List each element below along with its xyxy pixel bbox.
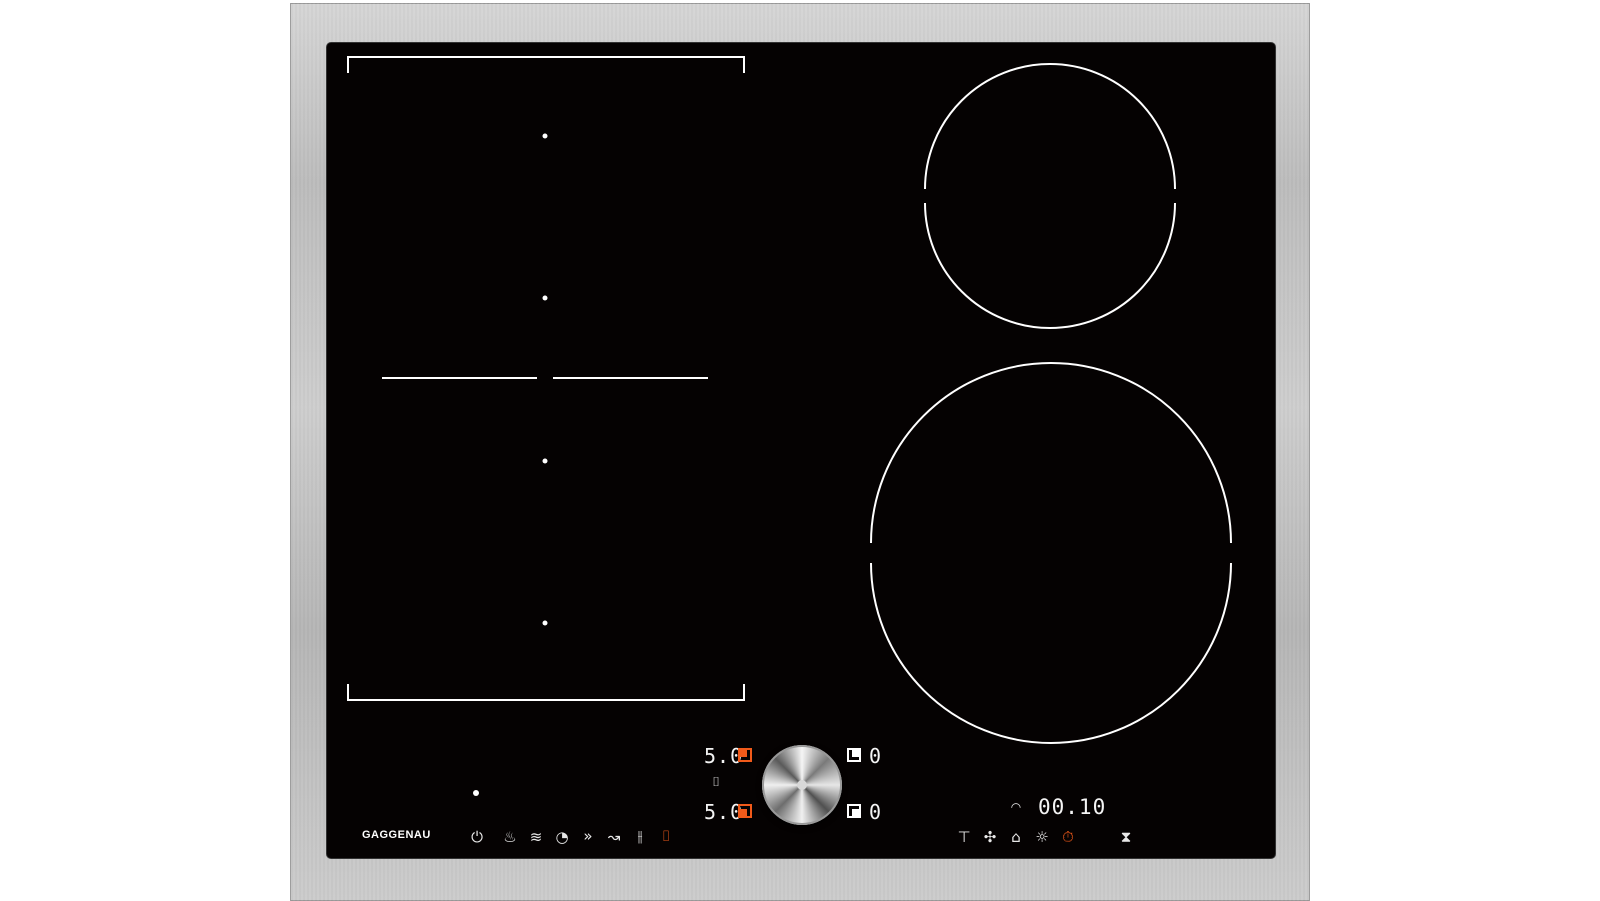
flex-zone-marker-2 [542,295,548,301]
rear-left-zone-selector[interactable] [738,748,752,762]
steam-icon[interactable]: ⫲ [630,828,650,844]
front-right-zone-ring [870,362,1232,744]
simmer-icon[interactable]: ↝ [604,829,624,845]
front-left-zone-selector[interactable] [738,804,752,818]
hourglass-icon[interactable]: ⧗ [1116,829,1136,845]
wifi-icon: ◠ [1010,800,1022,814]
frying-sensor-icon[interactable]: ≋ [526,829,546,845]
link-zones-icon[interactable]: ⌷ [706,775,726,791]
cooking-sensor-icon[interactable]: ♨ [500,829,520,845]
wipe-protection-icon[interactable]: ⊤ [954,829,974,845]
front-right-zone-selector[interactable] [847,804,861,818]
power-icon[interactable]: ⏻ [467,829,487,845]
brand-logo: GAGGENAU [362,829,431,841]
boost-icon[interactable]: » [578,828,598,844]
fan-icon[interactable]: ✣ [980,829,1000,845]
rear-right-zone-ring [924,63,1176,329]
cooking-zones-graphic [347,56,1232,796]
stopwatch-icon[interactable]: ⏱ [1058,829,1078,845]
flex-zone-marker-1 [542,133,548,139]
flex-zone-icon[interactable]: ⌷ [656,828,676,844]
cooktop-glass [327,43,1275,858]
flex-zone-marker-3 [542,458,548,464]
light-icon[interactable]: ☼ [1032,829,1052,845]
control-knob[interactable] [762,745,842,825]
status-dot [473,790,479,796]
front-right-power-display: 0 [869,800,883,824]
flex-zone-bottom-bracket [347,684,745,701]
timer-display: 00.10 [1038,795,1107,819]
flex-zone-top-bracket [347,56,745,73]
rear-right-power-display: 0 [869,744,883,768]
hood-connection-icon[interactable]: ⌂ [1006,829,1026,845]
flex-zone-marker-4 [542,620,548,626]
rear-right-zone-selector[interactable] [847,748,861,762]
keep-warm-icon[interactable]: ◔ [552,829,572,845]
